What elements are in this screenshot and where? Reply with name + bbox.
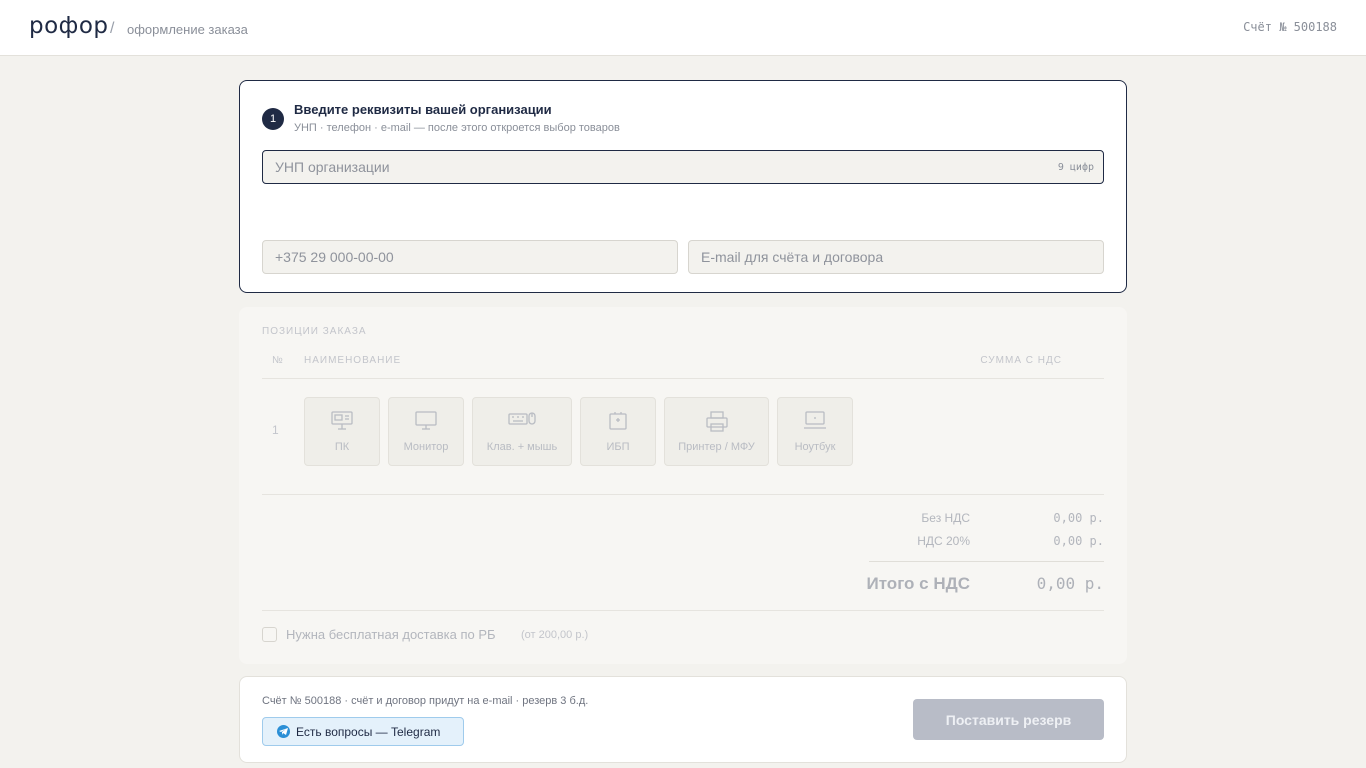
unp-hint: 9 цифр	[1057, 162, 1094, 173]
row-number: 1	[272, 423, 279, 437]
category-monitor-button[interactable]: Монитор	[388, 397, 464, 466]
ups-icon	[609, 412, 627, 430]
telegram-icon	[277, 725, 290, 738]
unp-input[interactable]	[262, 150, 1104, 184]
monitor-icon	[415, 411, 437, 430]
keyboard-mouse-icon	[508, 412, 536, 425]
category-pc-button[interactable]: ПК	[304, 397, 380, 466]
logo[interactable]: рофор	[29, 13, 109, 39]
category-printer-button[interactable]: Принтер / МФУ	[664, 397, 769, 466]
top-bar: рофор / оформление заказа Счёт № 500188	[0, 0, 1366, 56]
step-badge: 1	[262, 108, 284, 130]
subtotal-no-vat-label: Без НДС	[921, 511, 970, 525]
order-items-card: ПОЗИЦИИ ЗАКАЗА № НАИМЕНОВАНИЕ СУММА С НД…	[239, 307, 1127, 664]
laptop-icon	[804, 411, 826, 429]
divider	[262, 610, 1104, 611]
vat-label: НДС 20%	[917, 534, 970, 548]
phone-input[interactable]	[262, 240, 678, 274]
column-header-name: НАИМЕНОВАНИЕ	[304, 355, 402, 366]
breadcrumb-separator: /	[110, 20, 115, 37]
breadcrumb: оформление заказа	[127, 22, 248, 37]
divider	[262, 494, 1104, 495]
category-label: Монитор	[403, 441, 449, 453]
step-subtitle: УНП · телефон · e-mail — после этого отк…	[294, 122, 620, 134]
divider	[262, 378, 1104, 379]
subtotal-no-vat-value: 0,00 р.	[1053, 511, 1104, 525]
telegram-button[interactable]: Есть вопросы — Telegram	[262, 717, 464, 746]
delivery-checkbox[interactable]	[262, 627, 277, 642]
step-title: Введите реквизиты вашей организации	[294, 102, 552, 117]
grand-total-value: 0,00 р.	[1036, 574, 1104, 593]
category-ups-button[interactable]: ИБП	[580, 397, 656, 466]
vat-value: 0,00 р.	[1053, 534, 1104, 548]
email-input[interactable]	[688, 240, 1104, 274]
invoice-number: Счёт № 500188	[1243, 20, 1337, 34]
category-label: ИБП	[606, 441, 630, 453]
delivery-checkbox-label[interactable]: Нужна бесплатная доставка по РБ	[286, 627, 496, 642]
totals-divider	[869, 561, 1104, 562]
pc-icon	[331, 411, 353, 430]
category-label: ПК	[334, 441, 350, 453]
category-label: Клав. + мышь	[486, 441, 558, 453]
category-laptop-button[interactable]: Ноутбук	[777, 397, 853, 466]
organization-details-card: 1 Введите реквизиты вашей организации УН…	[239, 80, 1127, 293]
footer-note: Счёт № 500188 · счёт и договор придут на…	[262, 695, 589, 707]
category-keyboard-mouse-button[interactable]: Клав. + мышь	[472, 397, 572, 466]
category-label: Ноутбук	[794, 441, 836, 453]
reserve-button[interactable]: Поставить резерв	[913, 699, 1104, 740]
footer-card: Счёт № 500188 · счёт и договор придут на…	[239, 676, 1127, 763]
grand-total-label: Итого с НДС	[866, 574, 970, 593]
printer-icon	[705, 411, 728, 432]
column-header-sum: СУММА С НДС	[980, 355, 1062, 366]
telegram-button-label: Есть вопросы — Telegram	[296, 725, 441, 739]
delivery-note: (от 200,00 р.)	[521, 629, 589, 641]
section-title: ПОЗИЦИИ ЗАКАЗА	[262, 326, 367, 337]
column-header-number: №	[272, 355, 283, 366]
category-label: Принтер / МФУ	[678, 441, 755, 453]
